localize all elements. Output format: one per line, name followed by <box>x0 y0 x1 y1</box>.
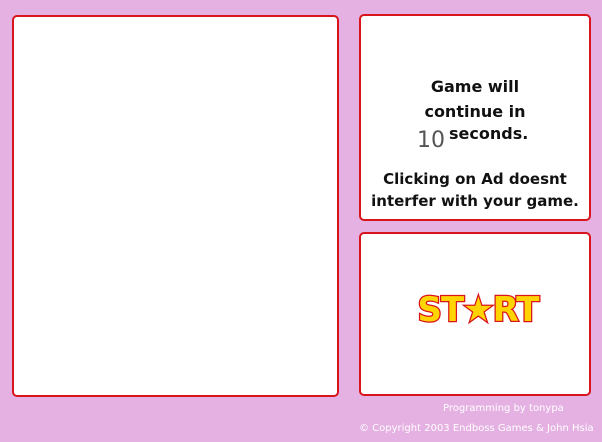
message-line-2: continue in <box>424 102 526 121</box>
countdown-number: 10 <box>417 128 445 153</box>
start-label: ST★RT <box>417 290 540 330</box>
ad-note-line-1: Clicking on Ad doesnt <box>383 170 567 188</box>
ad-note: Clicking on Ad doesnt interfer with your… <box>361 168 589 212</box>
start-panel: ST★RT <box>359 232 591 396</box>
message-line-1: Game will <box>430 77 520 96</box>
ad-note-line-2: interfer with your game. <box>371 192 579 210</box>
continue-message: Game will continue in <box>361 74 589 124</box>
countdown-row: 10 seconds. <box>361 124 589 154</box>
credit-programming: Programming by tonypa <box>443 403 564 414</box>
info-panel: Game will continue in 10 seconds. Clicki… <box>359 14 591 221</box>
start-button[interactable]: ST★RT <box>405 290 551 330</box>
ad-panel[interactable] <box>12 15 339 397</box>
credit-copyright: © Copyright 2003 Endboss Games & John Hs… <box>359 423 594 434</box>
seconds-label: seconds. <box>449 124 529 143</box>
